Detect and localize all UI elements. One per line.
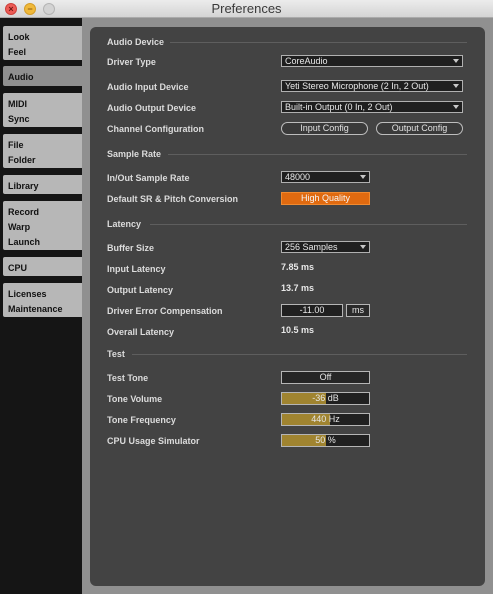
- chevron-down-icon: [453, 84, 459, 88]
- window-title: Preferences: [211, 1, 282, 16]
- tab-label: Launch: [8, 237, 41, 247]
- driver-error-unit: ms: [346, 304, 370, 317]
- output-config-button[interactable]: Output Config: [376, 122, 463, 135]
- audio-input-device-dropdown[interactable]: Yeti Stereo Microphone (2 In, 2 Out): [281, 80, 463, 92]
- audio-output-device-value: Built-in Output (0 In, 2 Out): [285, 102, 393, 112]
- tab-audio[interactable]: Audio: [3, 66, 82, 86]
- driver-error-compensation-label: Driver Error Compensation: [107, 306, 223, 316]
- tab-library[interactable]: Library: [3, 175, 82, 194]
- driver-error-compensation-input[interactable]: -11.00: [281, 304, 343, 317]
- tab-look-feel[interactable]: Look Feel: [3, 26, 82, 60]
- output-latency-label: Output Latency: [107, 285, 174, 295]
- driver-type-value: CoreAudio: [285, 56, 328, 66]
- driver-type-label: Driver Type: [107, 57, 156, 67]
- audio-input-device-value: Yeti Stereo Microphone (2 In, 2 Out): [285, 81, 429, 91]
- section-sample-rate: Sample Rate: [107, 149, 162, 159]
- section-latency: Latency: [107, 219, 142, 229]
- tab-record-warp-launch[interactable]: Record Warp Launch: [3, 201, 82, 250]
- in-out-sample-rate-dropdown[interactable]: 48000: [281, 171, 370, 183]
- tab-label: Warp: [8, 222, 31, 232]
- test-tone-toggle[interactable]: Off: [281, 371, 370, 384]
- output-latency-value: 13.7 ms: [281, 283, 315, 293]
- input-latency-value: 7.85 ms: [281, 262, 315, 272]
- tab-label: MIDI: [8, 99, 27, 109]
- sidebar: Look Feel Audio MIDI Sync File Folder Li…: [0, 18, 82, 594]
- tab-label: Folder: [8, 155, 36, 165]
- tab-label: Record: [8, 207, 40, 217]
- audio-input-device-label: Audio Input Device: [107, 82, 189, 92]
- cpu-usage-simulator-label: CPU Usage Simulator: [107, 436, 200, 446]
- buffer-size-label: Buffer Size: [107, 243, 155, 253]
- section-audio-device: Audio Device: [107, 37, 165, 47]
- tab-cpu[interactable]: CPU: [3, 257, 82, 276]
- cpu-usage-simulator-slider[interactable]: 50 %: [281, 434, 370, 447]
- audio-output-device-label: Audio Output Device: [107, 103, 197, 113]
- tab-label: Look: [8, 32, 30, 42]
- in-out-sample-rate-value: 48000: [285, 172, 311, 182]
- cpu-usage-simulator-value: 50 %: [315, 435, 336, 445]
- tab-file-folder[interactable]: File Folder: [3, 134, 82, 168]
- section-divider: [132, 354, 467, 355]
- section-divider: [170, 42, 467, 43]
- default-sr-label: Default SR & Pitch Conversion: [107, 194, 239, 204]
- chevron-down-icon: [360, 245, 366, 249]
- tone-frequency-slider[interactable]: 440 Hz: [281, 413, 370, 426]
- tab-label: Sync: [8, 114, 30, 124]
- tab-label: CPU: [8, 263, 28, 273]
- tone-frequency-label: Tone Frequency: [107, 415, 176, 425]
- overall-latency-label: Overall Latency: [107, 327, 175, 337]
- tone-volume-slider[interactable]: -36 dB: [281, 392, 370, 405]
- tab-label: Library: [8, 181, 39, 191]
- chevron-down-icon: [453, 59, 459, 63]
- audio-output-device-dropdown[interactable]: Built-in Output (0 In, 2 Out): [281, 101, 463, 113]
- high-quality-toggle[interactable]: High Quality: [281, 192, 370, 205]
- audio-preferences-panel: Audio Device Driver Type CoreAudio Audio…: [90, 27, 485, 586]
- title-bar: × − Preferences: [0, 0, 493, 18]
- chevron-down-icon: [453, 105, 459, 109]
- section-test: Test: [107, 349, 125, 359]
- tab-licenses-maintenance[interactable]: Licenses Maintenance: [3, 283, 82, 317]
- channel-configuration-label: Channel Configuration: [107, 124, 204, 134]
- tab-midi-sync[interactable]: MIDI Sync: [3, 93, 82, 127]
- input-config-button[interactable]: Input Config: [281, 122, 368, 135]
- section-divider: [150, 224, 467, 225]
- tone-volume-value: -36 dB: [312, 393, 339, 403]
- tab-label: Licenses: [8, 289, 47, 299]
- tab-label: Audio: [8, 72, 34, 82]
- input-latency-label: Input Latency: [107, 264, 166, 274]
- tone-frequency-value: 440 Hz: [311, 414, 340, 424]
- preferences-content: Audio Device Driver Type CoreAudio Audio…: [82, 18, 493, 594]
- chevron-down-icon: [360, 175, 366, 179]
- tone-volume-label: Tone Volume: [107, 394, 163, 404]
- tab-label: Maintenance: [8, 304, 63, 314]
- buffer-size-dropdown[interactable]: 256 Samples: [281, 241, 370, 253]
- in-out-sample-rate-label: In/Out Sample Rate: [107, 173, 190, 183]
- test-tone-label: Test Tone: [107, 373, 149, 383]
- overall-latency-value: 10.5 ms: [281, 325, 315, 335]
- buffer-size-value: 256 Samples: [285, 242, 338, 252]
- tab-label: File: [8, 140, 24, 150]
- section-divider: [168, 154, 467, 155]
- driver-type-dropdown[interactable]: CoreAudio: [281, 55, 463, 67]
- tab-label: Feel: [8, 47, 27, 57]
